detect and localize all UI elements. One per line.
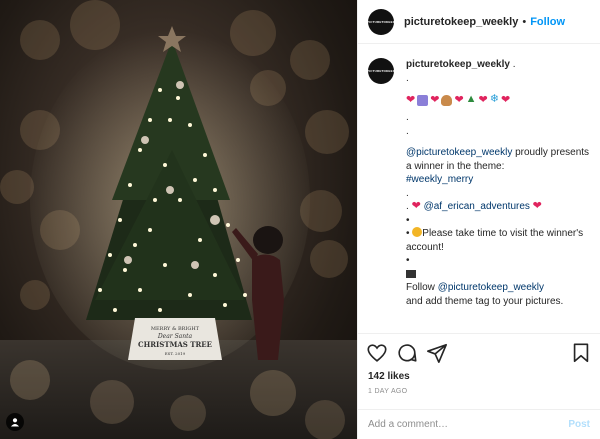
caption-area: PICTURETOKEEP picturetokeep_weekly . . ❤… <box>358 44 600 333</box>
stand-text-3: CHRISTMAS TREE <box>138 340 212 349</box>
post-button[interactable]: Post <box>568 419 590 430</box>
follow-mention-link[interactable]: @picturetokeep_weekly <box>438 282 544 293</box>
emoji-icon <box>417 94 429 106</box>
clapper-emoji-icon <box>406 269 416 278</box>
timestamp[interactable]: 1 DAY AGO <box>358 382 600 395</box>
mention-link[interactable]: @picturetokeep_weekly <box>406 147 512 158</box>
post-photo[interactable]: MERRY & BRIGHT Dear Santa CHRISTMAS TREE… <box>0 0 357 439</box>
likes-count[interactable]: 142 likes <box>358 371 600 382</box>
comment-icon[interactable] <box>396 342 418 364</box>
share-icon[interactable] <box>426 342 448 364</box>
follow-button[interactable]: Follow <box>530 16 565 28</box>
smiley-emoji-icon <box>412 227 423 237</box>
post-header: PICTURETOKEEP picturetokeep_weekly • Fol… <box>358 0 600 44</box>
action-bar <box>358 333 600 371</box>
user-tag-icon[interactable] <box>6 413 24 431</box>
header-separator: • <box>522 15 527 28</box>
emoji-icon <box>441 94 453 106</box>
save-icon[interactable] <box>570 342 592 364</box>
stand-text-2: Dear Santa <box>157 333 193 340</box>
heart-icon[interactable] <box>366 342 388 364</box>
stand-text-1: MERRY & BRIGHT <box>151 326 200 332</box>
caption-avatar[interactable]: PICTURETOKEEP <box>367 58 395 84</box>
instagram-post: MERRY & BRIGHT Dear Santa CHRISTMAS TREE… <box>0 0 600 439</box>
christmas-tree: MERRY & BRIGHT Dear Santa CHRISTMAS TREE… <box>30 26 310 370</box>
heart-emoji: ❤ <box>411 200 421 212</box>
stand-text-4: EST. 2019 <box>165 351 186 356</box>
winner-mention-link[interactable]: @af_erican_adventures <box>424 201 530 212</box>
comment-box: Post <box>358 409 600 439</box>
emoji-row: ❤ ❤ ❤ ▲ ❤ ❄ ❤ <box>406 93 511 106</box>
caption-username[interactable]: picturetokeep_weekly <box>406 59 510 70</box>
post-sidebar: PICTURETOKEEP picturetokeep_weekly • Fol… <box>357 0 600 439</box>
header-username[interactable]: picturetokeep_weekly <box>404 16 518 28</box>
comment-input[interactable] <box>368 419 569 430</box>
avatar[interactable]: PICTURETOKEEP <box>367 8 395 35</box>
caption-text: picturetokeep_weekly . . ❤ ❤ ❤ ▲ ❤ ❄ ❤ .… <box>406 59 590 307</box>
hashtag-link[interactable]: #weekly_merry <box>406 174 473 185</box>
